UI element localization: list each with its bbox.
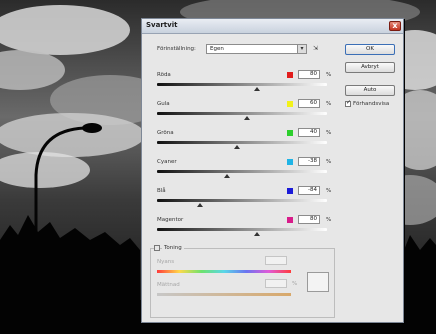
slider-value-input[interactable]: -38 [298, 157, 320, 166]
dialog-title: Svartvit [146, 21, 178, 29]
color-swatch [287, 217, 293, 223]
slider-thumb[interactable] [233, 145, 240, 149]
tint-label: Toning [162, 245, 184, 251]
slider-track[interactable] [157, 83, 327, 86]
cancel-button[interactable]: Avbryt [345, 62, 395, 73]
color-swatch [287, 72, 293, 78]
ok-button[interactable]: OK [345, 44, 395, 55]
slider-value-input[interactable]: 60 [298, 99, 320, 108]
chevron-down-icon: ▾ [297, 45, 306, 53]
close-icon[interactable]: x [389, 21, 401, 31]
color-swatch [287, 159, 293, 165]
slider-label: Gröna [157, 130, 174, 136]
saturation-input[interactable] [265, 279, 287, 288]
preset-value: Egen [210, 46, 224, 52]
slider-track[interactable] [157, 170, 327, 173]
color-swatch [287, 188, 293, 194]
preview-checkbox[interactable] [345, 99, 351, 107]
hue-slider[interactable] [157, 270, 291, 273]
color-swatch [287, 130, 293, 136]
hue-input[interactable] [265, 256, 287, 265]
tint-checkbox[interactable] [154, 245, 160, 251]
preset-dropdown[interactable]: Egen ▾ [206, 44, 307, 54]
color-swatch [287, 101, 293, 107]
tint-color-swatch[interactable] [307, 272, 329, 292]
dialog-titlebar[interactable]: Svartvit x [142, 19, 403, 34]
percent-label: % [326, 72, 332, 78]
slider-track[interactable] [157, 112, 327, 115]
slider-label: Röda [157, 72, 171, 78]
black-and-white-dialog: Svartvit x Förinställning: Egen ▾ ⇲ OK A… [141, 18, 404, 323]
saturation-percent-label: % [292, 281, 298, 287]
saturation-label: Mättnad [157, 282, 180, 288]
percent-label: % [326, 130, 332, 136]
percent-label: % [326, 101, 332, 107]
percent-label: % [326, 159, 332, 165]
slider-thumb[interactable] [244, 116, 251, 120]
slider-label: Blå [157, 188, 166, 194]
slider-thumb[interactable] [196, 203, 203, 207]
slider-label: Cyaner [157, 159, 177, 165]
slider-track[interactable] [157, 199, 327, 202]
slider-thumb[interactable] [254, 232, 261, 236]
slider-track[interactable] [157, 141, 327, 144]
slider-value-input[interactable]: 40 [298, 128, 320, 137]
percent-label: % [326, 217, 332, 223]
preset-menu-icon[interactable]: ⇲ [313, 45, 318, 52]
slider-value-input[interactable]: 80 [298, 215, 320, 224]
slider-label: Magentor [157, 217, 184, 223]
auto-button[interactable]: Auto [345, 85, 395, 96]
hue-label: Nyans [157, 259, 175, 265]
preset-label: Förinställning: [157, 46, 196, 52]
slider-track[interactable] [157, 228, 327, 231]
slider-value-input[interactable]: -84 [298, 186, 320, 195]
preview-label: Förhandsvisa [353, 101, 390, 107]
percent-label: % [326, 188, 332, 194]
slider-thumb[interactable] [223, 174, 230, 178]
slider-label: Gula [157, 101, 170, 107]
slider-thumb[interactable] [254, 87, 261, 91]
saturation-slider[interactable] [157, 293, 291, 296]
slider-value-input[interactable]: 80 [298, 70, 320, 79]
